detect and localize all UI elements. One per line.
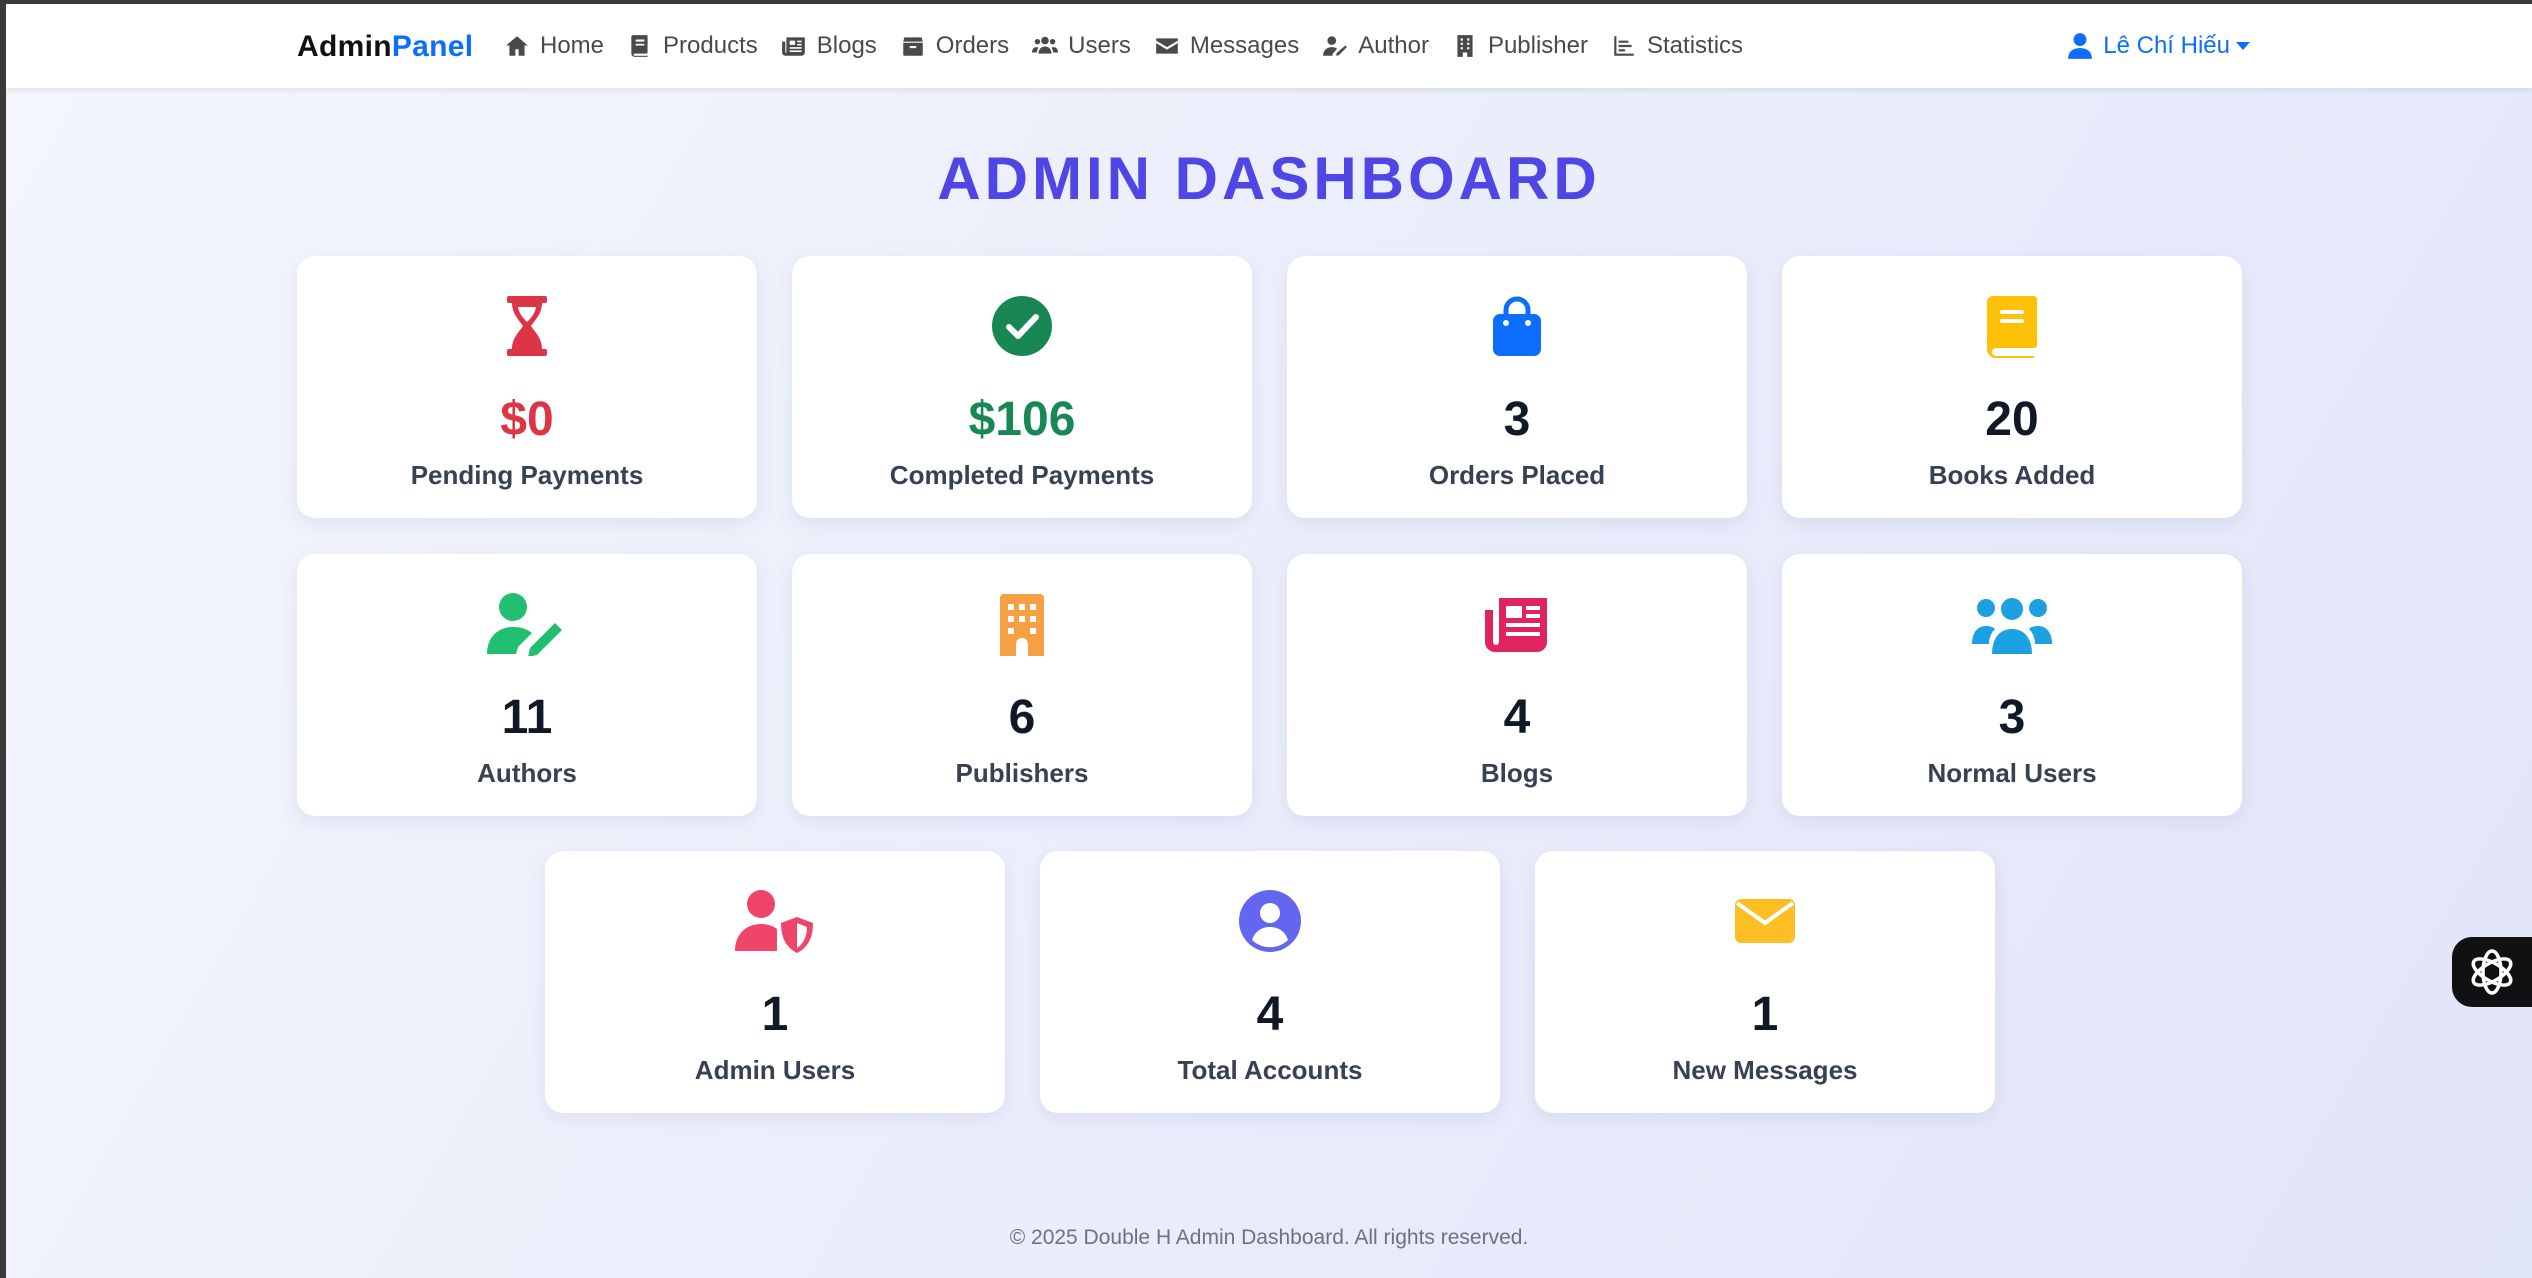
- user-circle-icon: [1239, 890, 1301, 952]
- stat-card-normal-users[interactable]: 3 Normal Users: [1782, 554, 2242, 816]
- stat-card-total-accounts[interactable]: 4 Total Accounts: [1040, 851, 1500, 1113]
- nav-item-publisher[interactable]: Publisher: [1452, 32, 1588, 60]
- stat-label: New Messages: [1672, 1055, 1858, 1085]
- stat-label: Pending Payments: [410, 460, 644, 490]
- stat-value: $106: [968, 393, 1076, 446]
- chart-icon: [1614, 36, 1634, 56]
- stat-value: 6: [1008, 691, 1036, 744]
- stat-label: Authors: [477, 758, 577, 788]
- user-icon: [2068, 33, 2093, 59]
- stat-card-publishers[interactable]: 6 Publishers: [792, 554, 1252, 816]
- stat-value: $0: [500, 393, 554, 446]
- stat-card-admin-users[interactable]: 1 Admin Users: [545, 851, 1005, 1113]
- chevron-down-icon: [2236, 42, 2250, 50]
- user-shield-icon: [735, 890, 813, 953]
- stat-label: Total Accounts: [1177, 1055, 1363, 1085]
- stat-label: Admin Users: [694, 1055, 856, 1085]
- openai-icon: [2471, 949, 2513, 995]
- stat-label: Publishers: [955, 758, 1089, 788]
- nav-label: Messages: [1189, 32, 1300, 59]
- stat-value: 1: [761, 988, 789, 1041]
- stat-label: Normal Users: [1927, 758, 2097, 788]
- nav-item-users[interactable]: Users: [1032, 32, 1131, 60]
- stat-label: Blogs: [1480, 758, 1554, 788]
- nav-label: Author: [1358, 32, 1429, 59]
- home-icon: [506, 36, 528, 56]
- newspaper-icon: [1485, 598, 1547, 652]
- user-menu-dropdown[interactable]: Lê Chí Hiếu: [2067, 4, 2250, 88]
- assistant-widget-button[interactable]: [2452, 937, 2532, 1007]
- envelope-icon: [1155, 38, 1178, 54]
- stat-value: 3: [1503, 393, 1531, 446]
- stat-card-books-added[interactable]: 20 Books Added: [1782, 256, 2242, 518]
- brand-main: Admin: [297, 30, 392, 63]
- stat-label: Orders Placed: [1428, 460, 1606, 490]
- nav-item-messages[interactable]: Messages: [1154, 32, 1299, 60]
- stat-value: 4: [1256, 988, 1284, 1041]
- stat-label: Completed Payments: [889, 460, 1155, 490]
- building-icon: [1000, 594, 1044, 656]
- stat-label: Books Added: [1928, 460, 2096, 490]
- nav-item-statistics[interactable]: Statistics: [1611, 32, 1743, 60]
- brand-accent: Panel: [391, 30, 474, 63]
- shopping-bag-icon: [1493, 296, 1541, 356]
- stat-card-blogs[interactable]: 4 Blogs: [1287, 554, 1747, 816]
- nav-label: Home: [540, 32, 605, 59]
- nav-label: Orders: [935, 32, 1010, 59]
- stat-value: 11: [501, 691, 553, 744]
- stat-card-authors[interactable]: 11 Authors: [297, 554, 757, 816]
- stat-card-new-messages[interactable]: 1 New Messages: [1535, 851, 1995, 1113]
- page-title: ADMIN DASHBOARD: [937, 145, 1601, 212]
- page: AdminPanel Home Products Blogs Orders Us…: [6, 4, 2532, 1278]
- stat-value: 3: [1998, 691, 2026, 744]
- stat-card-orders-placed[interactable]: 3 Orders Placed: [1287, 256, 1747, 518]
- building-icon: [1457, 35, 1473, 57]
- hourglass-icon: [507, 296, 547, 356]
- nav-item-home[interactable]: Home: [504, 32, 604, 60]
- nav-label: Users: [1068, 32, 1131, 59]
- nav-item-author[interactable]: Author: [1322, 32, 1429, 60]
- navbar: AdminPanel Home Products Blogs Orders Us…: [6, 4, 2532, 88]
- nav-label: Statistics: [1647, 32, 1744, 59]
- user-pen-icon: [1323, 36, 1348, 56]
- nav-label: Products: [663, 32, 758, 59]
- stat-card-completed-payments[interactable]: $106 Completed Payments: [792, 256, 1252, 518]
- user-name: Lê Chí Hiếu: [2103, 32, 2230, 59]
- check-circle-icon: [992, 296, 1052, 356]
- envelope-icon: [1735, 899, 1795, 943]
- stat-value: 1: [1751, 988, 1779, 1041]
- users-icon: [1972, 598, 2052, 654]
- footer-copyright: © 2025 Double H Admin Dashboard. All rig…: [1009, 1226, 1529, 1249]
- nav-item-products[interactable]: Products: [627, 32, 758, 60]
- users-icon: [1032, 36, 1059, 54]
- nav-links: Home Products Blogs Orders Users Message…: [504, 4, 1766, 88]
- nav-label: Blogs: [816, 32, 877, 59]
- brand-logo[interactable]: AdminPanel: [297, 30, 473, 64]
- stat-card-pending-payments[interactable]: $0 Pending Payments: [297, 256, 757, 518]
- nav-label: Publisher: [1487, 32, 1588, 59]
- nav-item-orders[interactable]: Orders: [900, 32, 1009, 60]
- box-icon: [903, 37, 923, 56]
- newspaper-icon: [781, 37, 805, 56]
- stat-value: 20: [1985, 393, 2039, 446]
- nav-item-blogs[interactable]: Blogs: [781, 32, 877, 60]
- stat-value: 4: [1503, 691, 1531, 744]
- book-icon: [1986, 296, 2037, 358]
- user-pen-icon: [487, 593, 562, 656]
- book-icon: [631, 35, 648, 57]
